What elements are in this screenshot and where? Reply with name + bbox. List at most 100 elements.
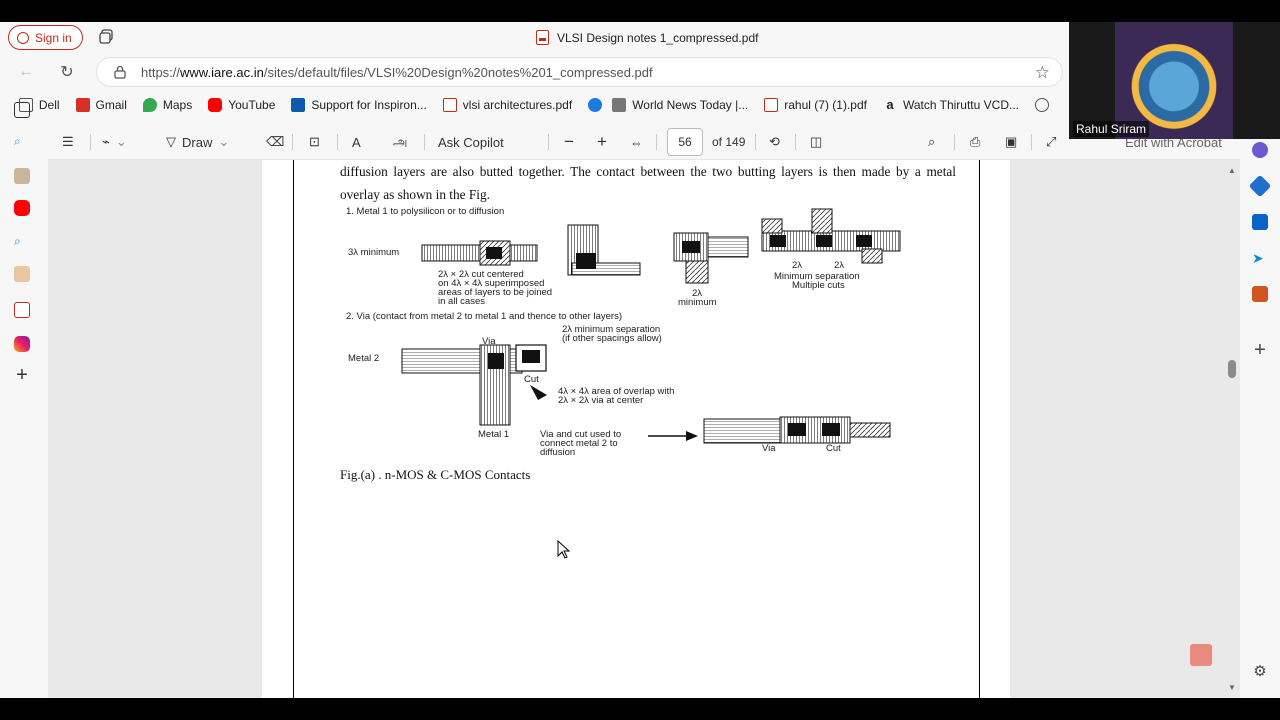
add-icon[interactable]: + [14,365,30,385]
url-path: /sites/default/files/VLSI%20Design%20not… [263,64,653,80]
favorite-star-icon[interactable]: ☆ [1035,63,1050,83]
rotate-icon[interactable]: ⟲ [769,133,780,151]
document-paragraph: diffusion layers are also butted togethe… [340,164,956,202]
erase-icon[interactable]: ⌫ [266,133,284,151]
draw-label: Draw [182,134,213,150]
bookmark-globe[interactable] [1035,98,1049,112]
contact-cut [522,350,540,363]
fullscreen-icon[interactable]: ⤢ [1046,133,1056,151]
workspaces-icon[interactable] [98,29,114,45]
bookmark-gmail[interactable]: Gmail [75,98,127,112]
bookmark-maps[interactable]: Maps [142,98,193,112]
text-box-icon[interactable]: ⊡ [309,133,320,151]
page-view-icon[interactable]: ◫ [810,133,822,151]
bookmark-rahul-pdf[interactable]: rahul (7) (1).pdf [764,98,867,112]
page-number-input[interactable]: 56 [667,128,703,156]
add-icon[interactable]: + [1252,340,1268,360]
divider [795,134,796,150]
figure-label: Multiple cuts [792,280,845,291]
signin-button[interactable]: Sign in [8,25,83,50]
youtube-icon [208,98,223,112]
copilot-icon[interactable] [1252,142,1268,158]
scroll-down-icon[interactable]: ▼ [1228,683,1236,692]
youtube-icon[interactable] [14,200,30,216]
figure-caption: Fig.(a) . n-MOS & C-MOS Contacts [340,467,531,482]
figure-label: Cut [524,374,539,385]
find-icon[interactable]: ⌕ [928,133,935,151]
tab-title-text: VLSI Design notes 1_compressed.pdf [557,30,759,45]
figure-label: diffusion [540,447,575,458]
save-icon[interactable]: ▣ [1005,133,1017,151]
pdf-icon [536,30,549,45]
url-prefix: https:// [141,64,181,80]
contacts-figure: 1. Metal 1 to polysilicon or to diffusio… [346,206,901,458]
bookmark-label: Maps [162,98,193,112]
back-arrow-icon[interactable]: ← [16,62,36,82]
instagram-icon[interactable] [14,336,30,352]
settings-gear-icon[interactable]: ⚙ [1252,664,1268,680]
ask-copilot-button[interactable]: Ask Copilot [438,133,504,151]
search-icon[interactable]: ⌕ [14,134,30,150]
bookmark-label: Watch Thiruttu VCD... [902,98,1019,112]
chevron-down-icon: ⌄ [218,134,230,149]
bookmark-thiruttu[interactable]: a Watch Thiruttu VCD... [883,98,1019,113]
bookmark-vlsi-pdf[interactable]: vlsi architectures.pdf [442,98,572,112]
contact-cut [816,235,832,247]
divider [1031,134,1032,150]
bookmark-bird[interactable] [588,98,603,112]
divider [292,134,293,150]
bookmark-dell-support[interactable]: Support for Inspiron... [291,98,427,112]
divider [90,134,91,150]
url-host: www.iare.ac.in [180,64,264,80]
draw-button[interactable]: ▽ Draw ⌄ [166,133,229,151]
zoom-out-icon[interactable]: − [564,132,574,151]
globe-icon [1035,98,1049,112]
notebook-icon[interactable] [14,266,30,282]
divider [548,134,549,150]
contact-cut [576,253,596,269]
via-cut [488,353,504,369]
send-icon[interactable]: ➤ [1252,250,1268,266]
refresh-icon[interactable]: ↻ [57,62,77,82]
search-icon[interactable]: ⌕ [14,234,30,250]
bookmark-world-news[interactable]: World News Today |... [612,98,748,112]
gmail-icon [75,98,90,112]
print-icon[interactable]: ⎙ [970,133,980,151]
zoom-in-icon[interactable]: + [597,132,607,151]
page-scrollbar[interactable]: ▲ ▼ [1225,160,1239,698]
highlight-icon[interactable]: ⌁ ⌄ [102,133,127,151]
toolbox-icon[interactable] [1252,286,1268,302]
page-left-border [293,160,294,698]
figure-label: 2λ [834,260,844,271]
arrow-icon [686,431,698,441]
page-total: of 149 [712,135,746,149]
address-bar[interactable]: https://www.iare.ac.in/sites/default/fil… [96,57,1063,87]
contact-cut [856,235,872,247]
scroll-up-icon[interactable]: ▲ [1228,166,1236,175]
tag-icon[interactable] [1248,174,1272,198]
pdf-icon [764,98,779,112]
figure-label: Via [762,443,776,454]
bookmark-youtube[interactable]: YouTube [208,98,275,112]
read-aloud-icon[interactable]: A [352,133,361,151]
contact-cut [682,241,700,253]
contents-icon[interactable]: ☰ [62,133,74,151]
bookmark-label: Gmail [95,98,127,112]
translate-icon[interactable]: அ [393,133,407,151]
maps-icon [142,98,157,112]
pdf-icon[interactable] [14,302,30,318]
tab-actions-icon[interactable] [14,102,30,118]
diffusion-block [761,218,783,234]
diffusion-block [811,208,833,234]
pdf-toolbar: ☰ ⌁ ⌄ ▽ Draw ⌄ ⌫ ⊡ A அ Ask Copilot − + ⇔ 5… [48,124,1240,160]
figure-label: 1. Metal 1 to polysilicon or to diffusio… [346,206,504,217]
fit-width-icon[interactable]: ⇔ [630,133,643,151]
arrow-icon [530,385,547,400]
figure-label: 2λ × 2λ via at center [558,395,643,406]
scrollbar-thumb[interactable] [1228,360,1236,378]
contact-cut [770,235,786,247]
acrobat-icon[interactable] [1190,644,1212,666]
outlook-icon[interactable] [1252,214,1268,230]
collections-icon[interactable] [14,168,30,184]
page-right-border [979,160,980,698]
